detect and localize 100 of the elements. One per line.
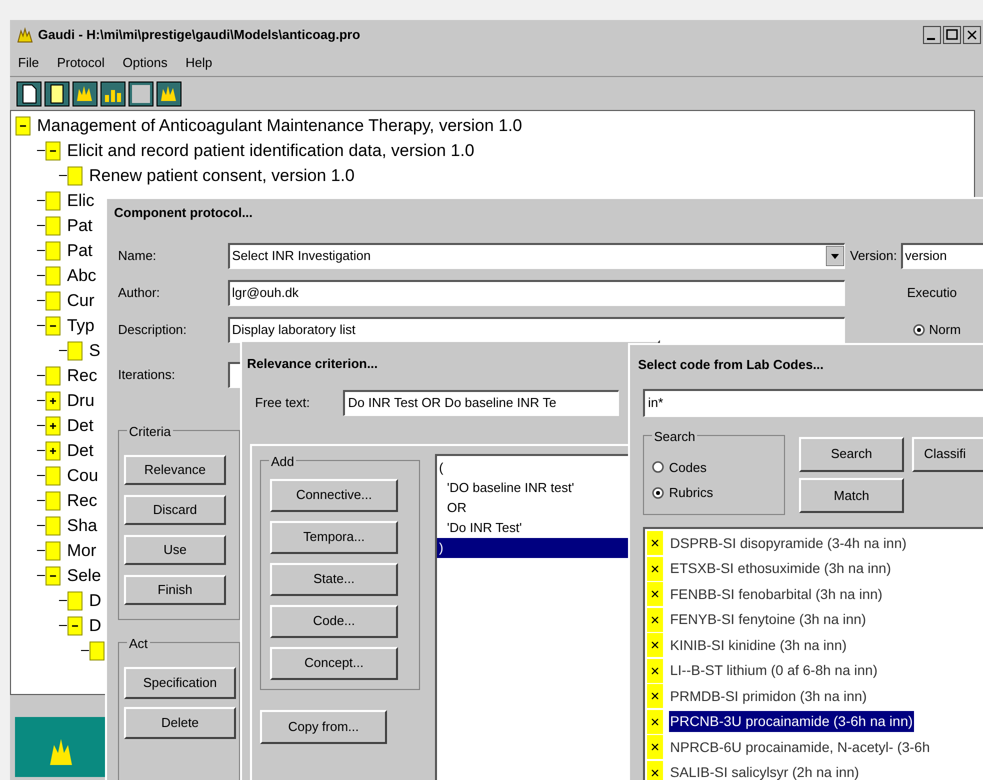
tree-item[interactable]: Det [67, 438, 94, 464]
description-field[interactable]: Display laboratory list [228, 316, 845, 342]
add-button[interactable]: State... [270, 562, 398, 596]
code-item[interactable]: FENBB-SI fenobarbital (3h na inn) [669, 584, 884, 605]
menu-item[interactable]: Protocol [56, 53, 105, 73]
tree-item[interactable]: Elicit and record patient identification data, version 1.0 [67, 138, 474, 164]
tree-item[interactable]: Elic [67, 188, 94, 214]
tree-item[interactable]: D [89, 588, 102, 614]
node-icon [45, 540, 61, 560]
criteria-button[interactable]: Relevance [124, 454, 226, 484]
tree-item[interactable]: Mor [67, 538, 96, 564]
add-button[interactable]: Connective... [270, 478, 398, 512]
field-label: Free text: [255, 394, 311, 412]
menu-item[interactable]: Help [185, 53, 212, 73]
tree-item[interactable]: Pat [67, 238, 93, 264]
node-icon [67, 340, 83, 360]
code-item[interactable]: PRMDB-SI primidon (3h na inn) [669, 686, 868, 707]
copy-from-button[interactable]: Copy from... [260, 710, 387, 744]
collapse-icon[interactable] [45, 140, 61, 160]
menu-item[interactable]: Options [122, 53, 168, 73]
tree-item[interactable]: Renew patient consent, version 1.0 [89, 162, 355, 188]
collapse-icon[interactable] [15, 116, 31, 136]
book-icon[interactable] [44, 80, 70, 106]
tree-item[interactable]: Cur [67, 288, 94, 314]
search-button[interactable]: Classifi [912, 436, 983, 472]
dialog-title: Relevance criterion... [247, 355, 378, 373]
tree-item[interactable]: Det [67, 412, 94, 438]
act-button[interactable]: Specification [124, 666, 236, 698]
tree-item[interactable]: Abc [67, 262, 96, 288]
field-label: Author: [118, 284, 161, 302]
tree-item[interactable]: S [89, 338, 100, 364]
code-item[interactable]: PRCNB-3U procainamide (3-6h na inn) [669, 711, 914, 732]
code-item[interactable]: ETSXB-SI ethosuximide (3h na inn) [669, 558, 892, 580]
radio-label[interactable]: Norm [929, 320, 961, 340]
radio-button[interactable] [913, 324, 925, 336]
node-icon [45, 466, 61, 486]
add-button[interactable]: Tempora... [270, 520, 398, 554]
tree-item[interactable]: Dru [67, 388, 94, 414]
node-icon [45, 290, 61, 310]
tree-item[interactable]: Rec [67, 488, 98, 514]
field-label: Name: [118, 246, 158, 265]
criteria-button[interactable]: Finish [124, 574, 226, 604]
field-label: Version: [850, 246, 897, 265]
name-dropdown[interactable]: Select INR Investigation [228, 242, 845, 268]
add-button[interactable]: Code... [270, 604, 398, 638]
collapse-icon[interactable] [45, 566, 61, 586]
code-item[interactable]: FENYB-SI fenytoine (3h na inn) [669, 609, 868, 630]
tree-item[interactable]: Rec [67, 362, 98, 388]
dropdown-icon[interactable] [826, 246, 844, 266]
add-button[interactable]: Concept... [270, 646, 398, 680]
document-icon[interactable] [16, 80, 42, 106]
tree-item[interactable]: Pat [67, 212, 93, 238]
code-list[interactable] [643, 526, 983, 780]
version-field[interactable]: version [900, 242, 983, 268]
code-item[interactable]: DSPRB-SI disopyramide (3-4h na inn) [669, 532, 908, 554]
node-icon [89, 640, 105, 660]
expand-icon[interactable] [45, 416, 61, 436]
tree-item[interactable]: Cou [67, 462, 98, 488]
radio-label[interactable]: Codes [669, 458, 707, 477]
act-button[interactable]: Delete [124, 706, 236, 738]
app-icon [16, 27, 34, 43]
collapse-icon[interactable] [45, 316, 61, 336]
query-field[interactable]: in* [643, 388, 983, 416]
free-text-field[interactable]: Do INR Test OR Do baseline INR Te [343, 390, 619, 416]
criteria-button[interactable]: Discard [124, 494, 226, 524]
code-icon [647, 582, 663, 606]
collapse-icon[interactable] [67, 616, 83, 636]
code-item[interactable]: NPRCB-6U procainamide, N-acetyl- (3-6h [669, 736, 931, 758]
author-field[interactable]: lgr@ouh.dk [228, 280, 845, 306]
expand-icon[interactable] [45, 390, 61, 410]
dialog-title: Select code from Lab Codes... [638, 356, 824, 374]
minimize-icon[interactable] [923, 26, 941, 44]
code-icon [647, 531, 663, 556]
code-item[interactable]: LI--B-ST lithium (0 af 6-8h na inn) [669, 660, 878, 682]
radio-label[interactable]: Rubrics [669, 483, 714, 502]
code-icon [647, 684, 663, 708]
tree-item[interactable]: Typ [67, 312, 94, 338]
node-icon [45, 516, 61, 536]
node-icon [45, 490, 61, 510]
tree-item[interactable]: Management of Anticoagulant Maintenance Therapy, version 1.0 [37, 112, 522, 138]
maximize-icon[interactable] [943, 26, 961, 44]
node-icon [45, 216, 61, 236]
radio-button[interactable] [652, 461, 664, 474]
radio-button[interactable] [652, 486, 664, 499]
window-title: Gaudi - H:\mi\mi\prestige\gaudi\Models\anticoag.pro [38, 26, 360, 44]
code-item[interactable]: SALIB-SI salicylsyr (2h na inn) [669, 762, 860, 780]
blank-icon[interactable] [128, 80, 154, 106]
search-button[interactable]: Search [799, 436, 904, 472]
menu-item[interactable]: File [18, 53, 39, 73]
tree-item[interactable]: Sele [67, 562, 102, 588]
criteria-button[interactable]: Use [124, 534, 226, 564]
chart-icon[interactable] [100, 80, 126, 106]
search-button[interactable]: Match [799, 478, 904, 513]
code-item[interactable]: KINIB-SI kinidine (3h na inn) [669, 634, 848, 656]
tree-item[interactable]: D [89, 612, 102, 638]
expand-icon[interactable] [45, 440, 61, 460]
tree-item[interactable]: Sha [67, 512, 98, 538]
node-icon [67, 166, 83, 186]
code-icon [647, 710, 663, 734]
close-icon[interactable] [963, 26, 981, 44]
